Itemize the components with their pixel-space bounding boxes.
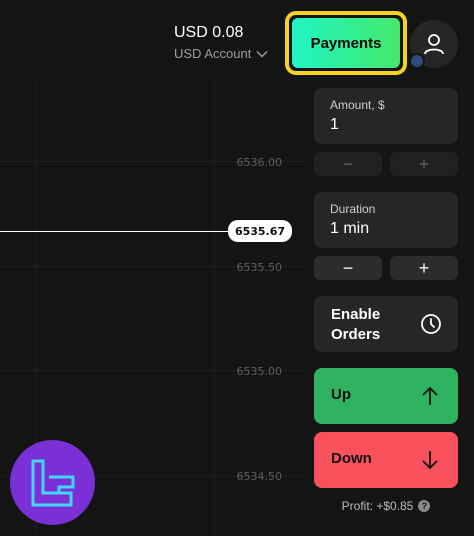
account-selector[interactable]: USD Account (174, 46, 268, 61)
help-icon[interactable]: ? (418, 500, 431, 512)
balance-amount: USD 0.08 (174, 24, 244, 41)
down-label: Down (331, 450, 372, 467)
clock-icon (421, 314, 441, 334)
account-label: USD Account (174, 46, 252, 61)
brand-logo (10, 440, 95, 525)
down-button[interactable]: Down (314, 432, 458, 488)
logo-mark-icon (31, 459, 74, 506)
up-button[interactable]: Up (314, 368, 458, 424)
duration-value[interactable]: 1 min (330, 220, 369, 238)
enable-orders-button[interactable]: Enable Orders (314, 296, 458, 352)
payments-button[interactable]: Payments (292, 18, 400, 68)
grid-vline (214, 80, 215, 536)
price-tick: 6535.50 (236, 261, 283, 274)
enable-orders-label: Enable Orders (331, 306, 381, 343)
payments-highlight: Payments (285, 11, 407, 75)
user-icon (424, 34, 444, 55)
amount-value[interactable]: 1 (330, 116, 339, 134)
price-tick: 6534.50 (236, 470, 283, 483)
duration-label: Duration (330, 202, 376, 216)
duration-field[interactable]: Duration 1 min (314, 192, 458, 248)
amount-field[interactable]: Amount, $ 1 (314, 88, 458, 144)
up-label: Up (331, 386, 351, 403)
status-badge (409, 53, 425, 69)
amount-label: Amount, $ (330, 98, 385, 112)
current-price-line (0, 231, 228, 232)
duration-minus-button[interactable]: − (314, 256, 382, 280)
account-balance[interactable]: USD 0.08 USD Account (174, 24, 268, 61)
price-tick: 6536.00 (236, 156, 283, 169)
arrow-down-icon (422, 451, 438, 470)
chevron-down-icon (256, 50, 268, 58)
price-tick: 6535.00 (236, 365, 283, 378)
amount-plus-button[interactable]: + (390, 152, 458, 176)
profit-label: Profit: +$0.85 (341, 499, 414, 513)
amount-minus-button[interactable]: − (314, 152, 382, 176)
arrow-up-icon (422, 386, 438, 405)
duration-plus-button[interactable]: + (390, 256, 458, 280)
profit-info: Profit: +$0.85 ? (314, 499, 458, 513)
current-price-tag: 6535.67 (228, 220, 292, 242)
